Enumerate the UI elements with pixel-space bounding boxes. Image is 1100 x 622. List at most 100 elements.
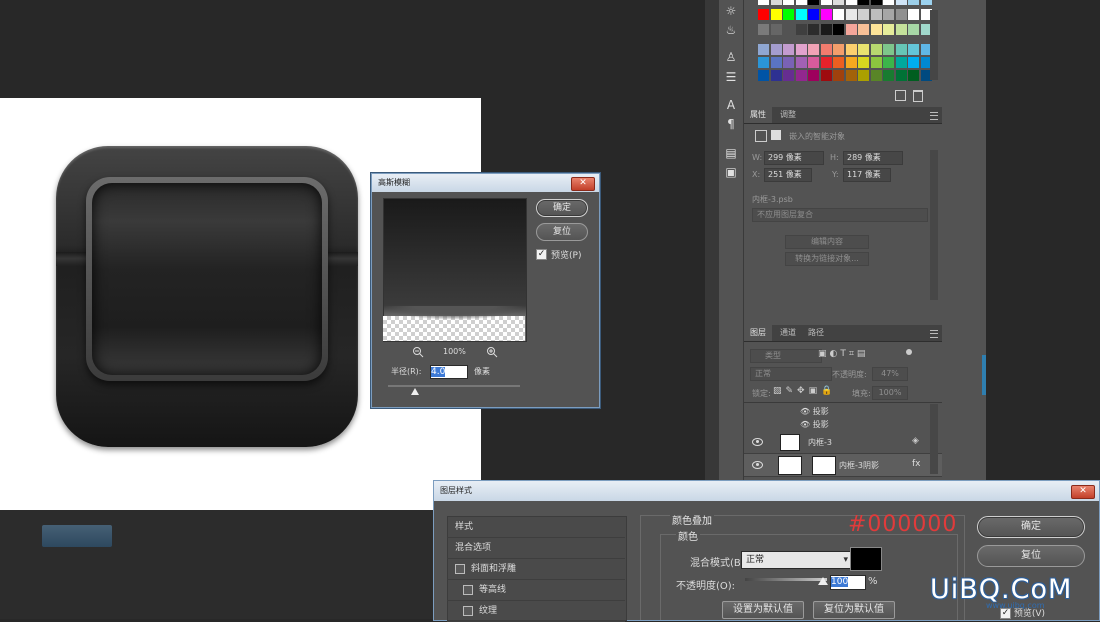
- blend-mode-select[interactable]: 正常: [750, 367, 832, 381]
- color-swatch[interactable]: [845, 9, 857, 20]
- color-swatch[interactable]: [808, 0, 819, 5]
- color-swatch[interactable]: [770, 70, 782, 81]
- color-swatch[interactable]: [883, 70, 894, 81]
- color-swatch[interactable]: [795, 57, 807, 68]
- panel-menu-icon[interactable]: [930, 112, 938, 120]
- color-swatch[interactable]: [870, 0, 882, 5]
- color-swatch[interactable]: [870, 24, 882, 35]
- color-swatch[interactable]: [795, 0, 807, 5]
- color-swatch[interactable]: [820, 0, 832, 5]
- color-swatch[interactable]: [795, 44, 807, 55]
- paragraph-icon[interactable]: ¶: [719, 117, 743, 131]
- color-swatch[interactable]: [895, 0, 907, 5]
- color-swatch[interactable]: [783, 44, 794, 55]
- color-swatch[interactable]: [858, 70, 869, 81]
- color-swatch[interactable]: [758, 57, 769, 68]
- adjust-icon[interactable]: ☰: [719, 70, 743, 84]
- color-swatch[interactable]: [883, 0, 894, 5]
- color-swatch[interactable]: [783, 24, 794, 35]
- color-swatch[interactable]: [883, 44, 894, 55]
- checkbox[interactable]: [463, 606, 473, 616]
- color-swatch[interactable]: [833, 24, 844, 35]
- ok-button[interactable]: 确定: [536, 199, 588, 217]
- color-swatch[interactable]: [845, 0, 857, 5]
- radius-slider-handle[interactable]: [411, 388, 419, 395]
- brush-presets-icon[interactable]: ♨: [719, 23, 743, 37]
- color-swatch[interactable]: [920, 0, 932, 5]
- notes-icon[interactable]: ▤: [719, 146, 743, 160]
- color-swatch[interactable]: [870, 9, 882, 20]
- style-item-contour[interactable]: 等高线: [447, 580, 625, 601]
- color-swatch[interactable]: [820, 44, 832, 55]
- color-swatch[interactable]: [883, 9, 894, 20]
- checkbox[interactable]: [463, 585, 473, 595]
- clone-source-icon[interactable]: ♙: [719, 50, 743, 64]
- h-field[interactable]: 289 像素: [843, 151, 903, 165]
- character-icon[interactable]: A: [719, 98, 743, 112]
- effect-row[interactable]: 👁 投影: [800, 406, 829, 417]
- style-item-bevel[interactable]: 斜面和浮雕: [447, 559, 625, 580]
- opacity-slider-track[interactable]: [745, 578, 827, 581]
- filter-icons[interactable]: ▣◐T⌗▤: [818, 349, 908, 361]
- x-field[interactable]: 251 像素: [764, 168, 812, 182]
- color-swatch[interactable]: [908, 44, 919, 55]
- color-swatch[interactable]: [783, 70, 794, 81]
- convert-linked-button[interactable]: 转换为链接对象...: [785, 252, 869, 266]
- color-swatch[interactable]: [895, 9, 907, 20]
- color-swatch[interactable]: [895, 57, 907, 68]
- layer-comp-select[interactable]: 不应用图层复合: [752, 208, 928, 222]
- color-swatch[interactable]: [770, 0, 782, 5]
- color-swatch[interactable]: [770, 9, 782, 20]
- swatches-scrollbar[interactable]: [930, 10, 938, 80]
- color-swatch[interactable]: [820, 9, 832, 20]
- blend-mode-select[interactable]: 正常 ▾: [741, 551, 853, 569]
- panel-edge-handle[interactable]: [982, 355, 986, 395]
- color-swatch[interactable]: [833, 57, 844, 68]
- color-swatch[interactable]: [783, 9, 794, 20]
- reset-button[interactable]: 复位: [536, 223, 588, 241]
- color-swatch[interactable]: [895, 44, 907, 55]
- color-swatch[interactable]: [833, 70, 844, 81]
- w-field[interactable]: 299 像素: [764, 151, 824, 165]
- layers-scrollbar[interactable]: [930, 404, 938, 474]
- checkbox[interactable]: [455, 564, 465, 574]
- panel-menu-icon[interactable]: [930, 330, 938, 338]
- eye-icon[interactable]: [752, 438, 763, 446]
- color-swatch[interactable]: [808, 9, 819, 20]
- tab-layers[interactable]: 图层: [744, 325, 772, 341]
- color-swatch[interactable]: [908, 57, 919, 68]
- color-swatch[interactable]: [895, 24, 907, 35]
- color-swatch[interactable]: [858, 44, 869, 55]
- color-swatch[interactable]: [820, 57, 832, 68]
- ok-button[interactable]: 确定: [977, 516, 1085, 538]
- new-swatch-icon[interactable]: [895, 90, 906, 101]
- color-swatch[interactable]: [758, 0, 769, 5]
- color-swatch[interactable]: [858, 0, 869, 5]
- color-swatch[interactable]: [808, 70, 819, 81]
- color-swatch[interactable]: [808, 24, 819, 35]
- reset-default-button[interactable]: 复位为默认值: [813, 601, 895, 619]
- color-swatch[interactable]: [845, 24, 857, 35]
- color-swatch[interactable]: [858, 9, 869, 20]
- color-swatch[interactable]: [883, 24, 894, 35]
- color-swatch[interactable]: [770, 24, 782, 35]
- color-swatch[interactable]: [820, 70, 832, 81]
- color-swatch[interactable]: [770, 44, 782, 55]
- opacity-input[interactable]: 100: [830, 575, 866, 590]
- color-swatch[interactable]: [758, 70, 769, 81]
- color-swatch[interactable]: [758, 24, 769, 35]
- color-swatch[interactable]: [783, 0, 794, 5]
- style-item-styles[interactable]: 样式: [447, 517, 625, 538]
- layer-name[interactable]: 内框-3阴影: [839, 460, 879, 471]
- tab-channels[interactable]: 通道: [774, 325, 802, 341]
- tab-paths[interactable]: 路径: [802, 325, 830, 341]
- color-swatch[interactable]: [870, 70, 882, 81]
- color-swatch[interactable]: [858, 57, 869, 68]
- layer-row[interactable]: 内框-3 ◈: [744, 431, 942, 454]
- preview-checkbox[interactable]: ✓: [536, 249, 547, 260]
- color-swatch[interactable]: [908, 24, 919, 35]
- color-swatch[interactable]: [895, 70, 907, 81]
- zoom-in-icon[interactable]: [486, 346, 498, 358]
- dialog-titlebar[interactable]: 图层样式 ✕: [434, 481, 1099, 501]
- radius-input[interactable]: 4.0: [430, 365, 468, 379]
